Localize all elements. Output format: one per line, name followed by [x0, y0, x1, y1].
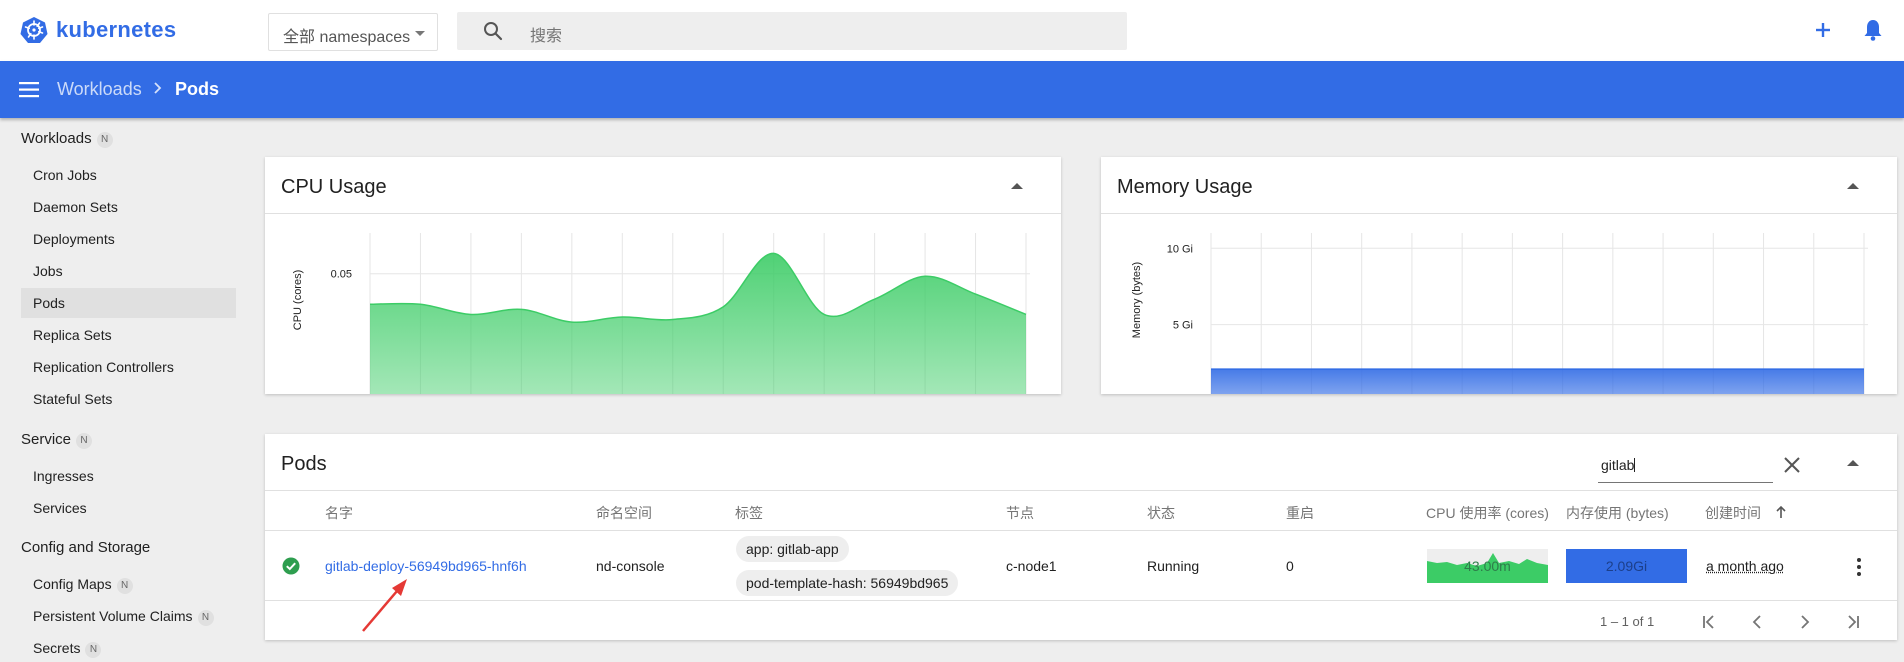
- label-chip: pod-template-hash: 56949bd965: [736, 570, 958, 596]
- sidebar-item-persistent-volume-claims[interactable]: Persistent Volume Claims N: [21, 601, 236, 631]
- memory-usage-card: Memory Usage 17:0417:0517:0617:0717:0817…: [1101, 157, 1897, 394]
- sidebar-item-stateful-sets[interactable]: Stateful Sets: [21, 384, 236, 414]
- sidebar-item-label: Persistent Volume Claims: [33, 608, 193, 624]
- app-brand[interactable]: kubernetes: [56, 17, 176, 43]
- sidebar-section-workloads[interactable]: Workloads N: [21, 130, 113, 148]
- column-header-label: 创建时间: [1705, 505, 1761, 521]
- column-header-labels: 标签: [735, 503, 763, 523]
- text-cursor: [1634, 458, 1635, 472]
- cpu-card-title: CPU Usage: [281, 176, 387, 199]
- pod-status: Running: [1147, 558, 1199, 574]
- y-tick-label: 10 Gi: [1167, 243, 1193, 255]
- sidebar-section-title: Workloads: [21, 130, 92, 147]
- sidebar-item-services[interactable]: Services: [21, 493, 236, 523]
- card-divider: [265, 490, 1897, 491]
- create-plus-icon[interactable]: [1810, 17, 1836, 43]
- sidebar-section-config-and-storage[interactable]: Config and Storage: [21, 539, 150, 556]
- chevron-right-icon: [150, 80, 166, 96]
- column-header-restarts[interactable]: 重启: [1286, 503, 1314, 523]
- pod-restarts: 0: [1286, 558, 1294, 574]
- namespaced-badge: N: [198, 610, 214, 626]
- cpu-usage-value: 43.00m: [1427, 558, 1548, 574]
- namespace-select[interactable]: 全部 namespaces: [268, 13, 438, 51]
- hamburger-menu-icon[interactable]: [19, 81, 41, 99]
- memory-usage-chart: 17:0417:0517:0617:0717:0817:0917:1017:11…: [1101, 213, 1897, 394]
- breadcrumb-bar: Workloads Pods: [0, 61, 1904, 118]
- memory-sparkline: 2.09Gi: [1566, 549, 1687, 583]
- annotation-arrow-icon: [355, 576, 415, 636]
- pod-name-link[interactable]: gitlab-deploy-56949bd965-hnf6h: [325, 558, 527, 574]
- namespaced-badge: N: [85, 642, 101, 658]
- sidebar-item-config-maps[interactable]: Config Maps N: [21, 569, 236, 599]
- more-vert-icon[interactable]: [1853, 557, 1865, 577]
- search-placeholder: 搜索: [530, 22, 562, 46]
- sidebar-item-cron-jobs[interactable]: Cron Jobs: [21, 160, 236, 190]
- cpu-usage-card: CPU Usage 17:0417:0517:0617:0717:0817:09…: [265, 157, 1061, 394]
- sidebar-item-jobs[interactable]: Jobs: [21, 256, 236, 286]
- pod-namespace: nd-console: [596, 558, 665, 574]
- column-header-node[interactable]: 节点: [1006, 503, 1034, 523]
- column-header-created[interactable]: 创建时间: [1705, 503, 1787, 523]
- kubernetes-logo-icon[interactable]: [20, 16, 48, 44]
- top-bar: kubernetes 全部 namespaces 搜索: [0, 0, 1904, 61]
- memory-card-title: Memory Usage: [1117, 176, 1253, 199]
- y-tick-label: 0.05: [331, 269, 352, 281]
- sidebar-section-service[interactable]: Service N: [21, 431, 92, 449]
- namespace-select-value: 全部 namespaces: [283, 29, 410, 46]
- sidebar-item-secrets[interactable]: Secrets N: [21, 633, 236, 662]
- namespaced-badge: N: [76, 433, 92, 449]
- column-header-cpu[interactable]: CPU 使用率 (cores): [1426, 503, 1549, 523]
- clear-filter-close-icon[interactable]: [1782, 455, 1802, 475]
- column-header-namespace[interactable]: 命名空间: [596, 503, 652, 523]
- y-tick-label: 5 Gi: [1173, 320, 1193, 332]
- namespaced-badge: N: [117, 578, 133, 594]
- caret-down-icon: [415, 31, 425, 36]
- cpu-area: [370, 253, 1026, 394]
- table-footer-divider: [265, 600, 1897, 601]
- search-icon: [483, 21, 503, 41]
- status-ok-check-icon: [282, 557, 300, 575]
- pods-filter-input[interactable]: gitlab: [1598, 445, 1773, 483]
- sidebar-item-daemon-sets[interactable]: Daemon Sets: [21, 192, 236, 222]
- previous-page-icon[interactable]: [1748, 613, 1766, 631]
- breadcrumb-workloads[interactable]: Workloads: [57, 79, 142, 100]
- breadcrumb-pods: Pods: [175, 79, 219, 100]
- first-page-icon[interactable]: [1700, 613, 1718, 631]
- mem-area: [1211, 369, 1864, 394]
- sidebar-item-label: Secrets: [33, 640, 80, 656]
- column-header-status[interactable]: 状态: [1147, 503, 1175, 523]
- pod-node-link[interactable]: c-node1: [1006, 558, 1057, 574]
- next-page-icon[interactable]: [1796, 613, 1814, 631]
- table-header-divider: [265, 530, 1897, 531]
- notifications-bell-icon[interactable]: [1860, 17, 1886, 43]
- pod-created-time[interactable]: a month ago: [1706, 558, 1784, 574]
- cpu-sparkline: 43.00m: [1427, 549, 1548, 583]
- sidebar-item-ingresses[interactable]: Ingresses: [21, 461, 236, 491]
- collapse-up-icon[interactable]: [1847, 460, 1859, 466]
- pods-filter-value: gitlab: [1601, 457, 1634, 473]
- sidebar-item-pods[interactable]: Pods: [21, 288, 236, 318]
- memory-y-axis-label: Memory (bytes): [1131, 262, 1143, 338]
- label-chip: app: gitlab-app: [736, 536, 849, 562]
- sidebar-section-title: Service: [21, 431, 71, 448]
- column-header-name[interactable]: 名字: [325, 503, 353, 523]
- memory-usage-value: 2.09Gi: [1566, 558, 1687, 574]
- last-page-icon[interactable]: [1844, 613, 1862, 631]
- sidebar-item-label: Config Maps: [33, 576, 112, 592]
- sort-arrow-up-icon: [1775, 505, 1787, 519]
- sidebar-item-replica-sets[interactable]: Replica Sets: [21, 320, 236, 350]
- column-header-memory[interactable]: 内存使用 (bytes): [1566, 503, 1669, 523]
- collapse-up-icon[interactable]: [1011, 183, 1023, 189]
- search-input[interactable]: 搜索: [457, 12, 1127, 50]
- sidebar: Workloads N Cron Jobs Daemon Sets Deploym…: [0, 118, 250, 662]
- pods-card-title: Pods: [281, 453, 327, 476]
- collapse-up-icon[interactable]: [1847, 183, 1859, 189]
- namespaced-badge: N: [97, 132, 113, 148]
- cpu-usage-chart: 17:0417:0517:0617:0717:0817:0917:1017:11…: [265, 213, 1061, 394]
- cpu-y-axis-label: CPU (cores): [292, 270, 304, 331]
- sidebar-item-replication-controllers[interactable]: Replication Controllers: [21, 352, 236, 382]
- sidebar-item-deployments[interactable]: Deployments: [21, 224, 236, 254]
- pagination-range: 1 – 1 of 1: [1600, 614, 1654, 629]
